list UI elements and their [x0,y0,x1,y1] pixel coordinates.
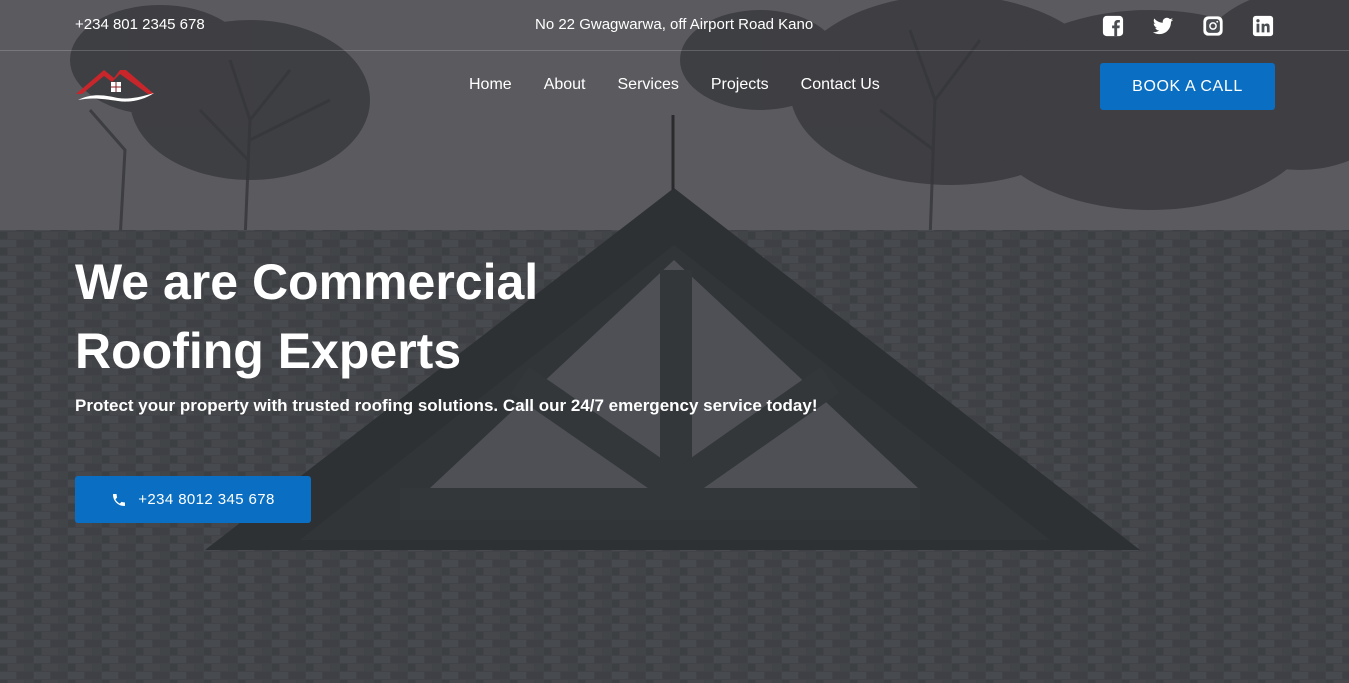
twitter-icon[interactable] [1152,15,1174,37]
phone-icon [113,493,126,506]
topbar-address: No 22 Gwagwarwa, off Airport Road Kano [535,16,814,33]
instagram-icon[interactable] [1202,15,1224,37]
nav-about[interactable]: About [544,76,586,94]
call-phone-button[interactable]: +234 8012 345 678 [75,476,311,523]
topbar-phone[interactable]: +234 801 2345 678 [75,16,205,33]
hero-headline: We are Commercial Roofing Experts [75,248,695,386]
nav-contact-us[interactable]: Contact Us [801,76,880,94]
call-phone-label: +234 8012 345 678 [138,491,275,508]
hero-headline-line-2: Roofing Experts [75,323,462,379]
linkedin-icon[interactable] [1252,15,1274,37]
hero-headline-line-1: We are Commercial [75,254,539,310]
house-logo-icon[interactable] [74,66,156,106]
top-info-bar: +234 801 2345 678 No 22 Gwagwarwa, off A… [0,0,1349,51]
nav-projects[interactable]: Projects [711,76,769,94]
hero-subheadline: Protect your property with trusted roofi… [75,396,818,415]
social-links [1074,15,1274,37]
book-a-call-button[interactable]: BOOK A CALL [1100,63,1275,110]
nav-services[interactable]: Services [618,76,679,94]
facebook-icon[interactable] [1102,15,1124,37]
hero-section: +234 801 2345 678 No 22 Gwagwarwa, off A… [0,0,1349,683]
nav-home[interactable]: Home [469,76,512,94]
main-nav: Home About Services Projects Contact Us [469,76,880,94]
